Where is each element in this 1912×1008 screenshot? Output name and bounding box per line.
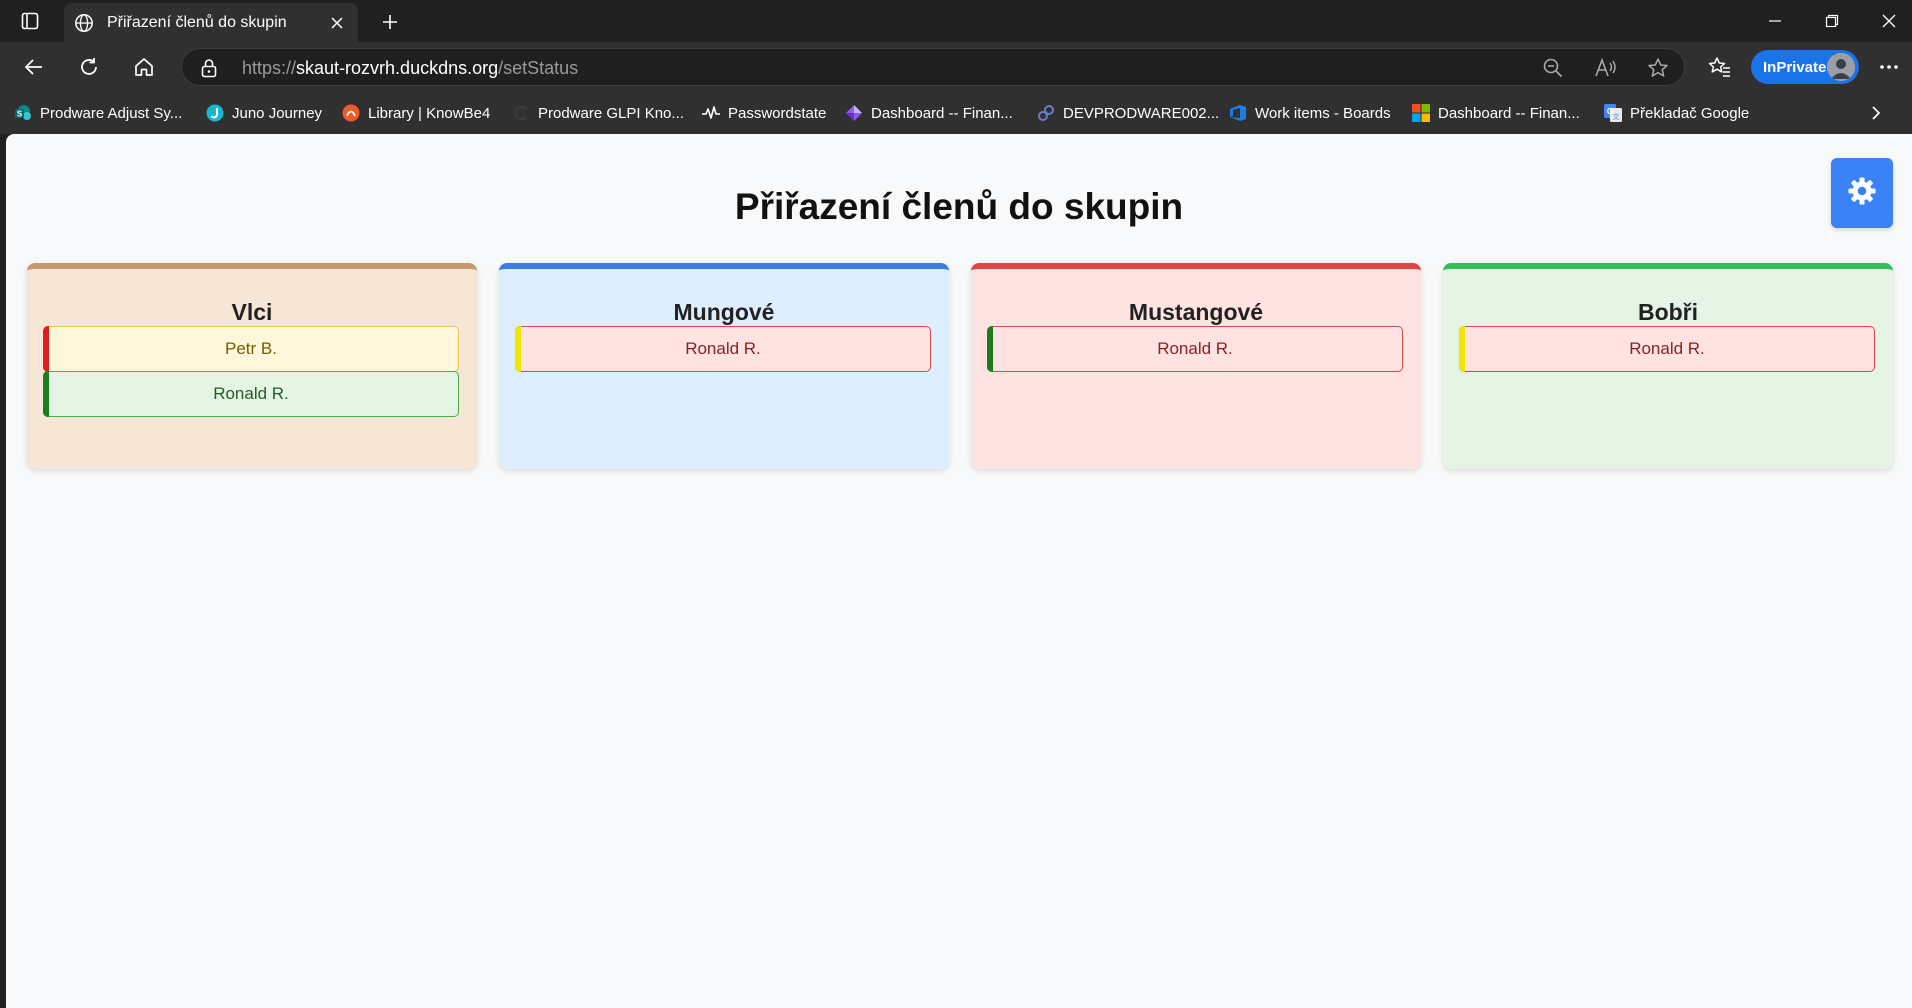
favorite-item[interactable]: G文 Překladač Google — [1604, 102, 1749, 124]
more-options-icon[interactable] — [1871, 50, 1907, 84]
favorite-label: Překladač Google — [1630, 104, 1750, 122]
svg-text:S: S — [17, 110, 23, 119]
new-tab-icon[interactable] — [376, 9, 404, 35]
powerapps-icon — [845, 104, 863, 122]
back-arrow-icon[interactable] — [16, 50, 52, 84]
member-card[interactable]: Petr B. — [43, 326, 459, 372]
knowbe4-icon — [342, 104, 360, 122]
favorite-label: Library | KnowBe4 — [368, 104, 491, 122]
favorite-label: Juno Journey — [232, 104, 323, 122]
favorite-label: DEVPRODWARE002... — [1063, 104, 1220, 122]
url-host: skaut-rozvrh.duckdns.org — [296, 58, 499, 78]
status-stripe — [43, 326, 49, 372]
favorite-item[interactable]: Prodware GLPI Kno... — [512, 102, 684, 124]
inprivate-label: InPrivate — [1763, 58, 1827, 76]
url-text[interactable]: https://skaut-rozvrh.duckdns.org/setStat… — [242, 58, 578, 79]
group-card-vlci: Vlci Petr B. Ronald R. — [27, 263, 477, 469]
group-title: Vlci — [231, 299, 273, 325]
group-card-bobri: Bobři Ronald R. — [1443, 263, 1893, 469]
groups-container: Vlci Petr B. Ronald R. Mungové Ronald R.… — [27, 263, 1893, 469]
member-name: Ronald R. — [1157, 339, 1233, 358]
active-tab[interactable]: Přiřazení členů do skupin — [64, 3, 358, 42]
member-card[interactable]: Ronald R. — [987, 326, 1403, 372]
group-title: Mungové — [673, 299, 775, 325]
address-bar[interactable]: https://skaut-rozvrh.duckdns.org/setStat… — [181, 48, 1685, 86]
browser-toolbar: https://skaut-rozvrh.duckdns.org/setStat… — [0, 42, 1912, 92]
juno-icon — [206, 104, 224, 122]
close-window-icon[interactable] — [1861, 0, 1912, 42]
member-name: Ronald R. — [1629, 339, 1705, 358]
favorite-item[interactable]: Library | KnowBe4 — [342, 102, 490, 124]
sharepoint-icon: S — [14, 104, 32, 122]
member-card[interactable]: Ronald R. — [43, 371, 459, 417]
member-card[interactable]: Ronald R. — [1459, 326, 1875, 372]
favorites-bar: S Prodware Adjust Sy... Juno Journey Lib… — [0, 92, 1912, 134]
favorite-item[interactable]: Dashboard -- Finan... — [1412, 102, 1580, 124]
azure-devops-icon — [1229, 104, 1247, 122]
page-title: Přiřazení členů do skupin — [734, 186, 1184, 227]
lock-icon[interactable] — [198, 57, 220, 79]
favorite-star-icon[interactable] — [1644, 54, 1672, 82]
glpi-icon — [512, 104, 530, 122]
minimize-icon[interactable] — [1747, 0, 1803, 42]
avatar — [1827, 53, 1855, 81]
dev-icon — [1037, 104, 1055, 122]
favorite-label: Dashboard -- Finan... — [1438, 104, 1580, 122]
favorite-label: Work items - Boards — [1255, 104, 1391, 122]
tab-actions-icon[interactable] — [14, 9, 46, 33]
status-stripe — [43, 371, 49, 417]
pulse-icon — [702, 104, 720, 122]
page-content: Přiřazení členů do skupin Vlci Petr B. R… — [6, 134, 1912, 1008]
member-name: Ronald R. — [685, 339, 761, 358]
member-card[interactable]: Ronald R. — [515, 326, 931, 372]
favorite-label: Passwordstate — [728, 104, 827, 122]
close-tab-icon[interactable] — [322, 8, 352, 38]
status-stripe — [515, 326, 521, 372]
favorite-label: Prodware Adjust Sy... — [40, 104, 183, 122]
favorite-item[interactable]: Juno Journey — [206, 102, 322, 124]
favorite-item[interactable]: DEVPRODWARE002... — [1037, 102, 1219, 124]
home-icon[interactable] — [126, 50, 162, 84]
group-title: Bobři — [1637, 299, 1699, 325]
url-path: /setStatus — [498, 58, 579, 78]
status-stripe — [1459, 326, 1465, 372]
tab-title: Přiřazení členů do skupin — [107, 13, 287, 31]
favorite-label: Dashboard -- Finan... — [871, 104, 1013, 122]
favorite-label: Prodware GLPI Kno... — [538, 104, 684, 122]
microsoft-icon — [1412, 104, 1430, 122]
favorites-icon[interactable] — [1702, 50, 1738, 84]
svg-text:文: 文 — [1613, 112, 1620, 121]
member-name: Petr B. — [225, 339, 277, 358]
url-protocol: https:// — [242, 58, 297, 78]
favorite-item[interactable]: Dashboard -- Finan... — [845, 102, 1013, 124]
globe-icon — [73, 12, 95, 34]
title-bar: Přiřazení členů do skupin — [0, 0, 1912, 42]
zoom-out-icon[interactable] — [1539, 54, 1567, 82]
favorite-item[interactable]: Passwordstate — [702, 102, 826, 124]
inprivate-badge[interactable]: InPrivate — [1751, 50, 1859, 84]
google-translate-icon: G文 — [1604, 104, 1622, 122]
refresh-icon[interactable] — [71, 50, 107, 84]
favorite-item[interactable]: S Prodware Adjust Sy... — [14, 102, 182, 124]
group-title: Mustangové — [1128, 299, 1264, 325]
member-name: Ronald R. — [213, 384, 289, 403]
group-card-mustangove: Mustangové Ronald R. — [971, 263, 1421, 469]
chevron-right-icon[interactable] — [1864, 102, 1888, 124]
favorite-item[interactable]: Work items - Boards — [1229, 102, 1391, 124]
restore-icon[interactable] — [1804, 0, 1860, 42]
read-aloud-icon[interactable] — [1592, 54, 1620, 82]
status-stripe — [987, 326, 993, 372]
group-card-mungove: Mungové Ronald R. — [499, 263, 949, 469]
